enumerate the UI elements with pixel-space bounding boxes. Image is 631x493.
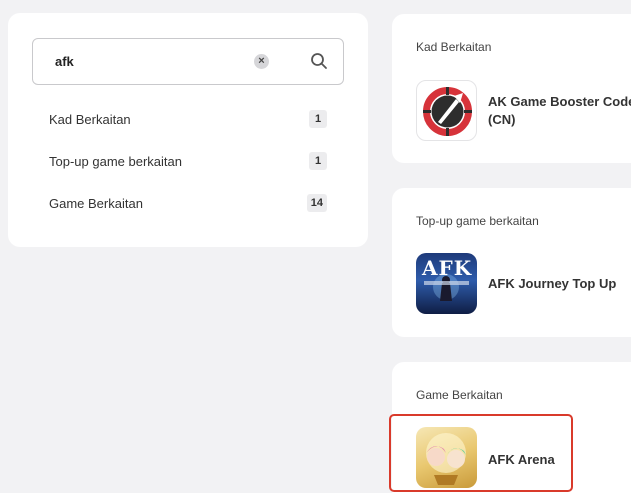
section-kad-berkaitan: Kad Berkaitan AK Game Booster Code (CN)	[392, 14, 631, 163]
search-query[interactable]: afk	[55, 54, 74, 69]
category-count: 1	[309, 110, 327, 128]
section-title: Top-up game berkaitan	[416, 214, 539, 228]
section-title: Game Berkaitan	[416, 388, 503, 402]
clear-icon[interactable]: ×	[254, 54, 269, 69]
afk-journey-logo-icon[interactable]: AFK	[416, 253, 477, 314]
section-game-berkaitan: Game Berkaitan AFK Arena	[392, 362, 631, 493]
ak-booster-logo-icon[interactable]	[416, 80, 477, 141]
category-label: Kad Berkaitan	[49, 112, 131, 127]
section-topup-berkaitan: Top-up game berkaitan AFK AFK Journey To…	[392, 188, 631, 337]
afk-arena-art-icon[interactable]	[416, 427, 477, 488]
search-panel: afk × Kad Berkaitan 1 Top-up game berkai…	[8, 13, 368, 247]
category-game-berkaitan[interactable]: Game Berkaitan 14	[49, 194, 327, 214]
category-label: Top-up game berkaitan	[49, 154, 182, 169]
search-input[interactable]: afk ×	[32, 38, 344, 85]
afk-logo-text: AFK	[422, 256, 473, 280]
item-name[interactable]: AK Game Booster Code (CN)	[488, 93, 631, 129]
item-name[interactable]: AFK Arena	[488, 451, 555, 469]
category-count: 14	[306, 194, 327, 212]
category-count: 1	[309, 152, 327, 170]
category-topup-berkaitan[interactable]: Top-up game berkaitan 1	[49, 152, 327, 172]
section-title: Kad Berkaitan	[416, 40, 492, 54]
category-kad-berkaitan[interactable]: Kad Berkaitan 1	[49, 110, 327, 130]
category-label: Game Berkaitan	[49, 196, 143, 211]
search-icon[interactable]	[310, 52, 328, 70]
item-name[interactable]: AFK Journey Top Up	[488, 275, 616, 293]
